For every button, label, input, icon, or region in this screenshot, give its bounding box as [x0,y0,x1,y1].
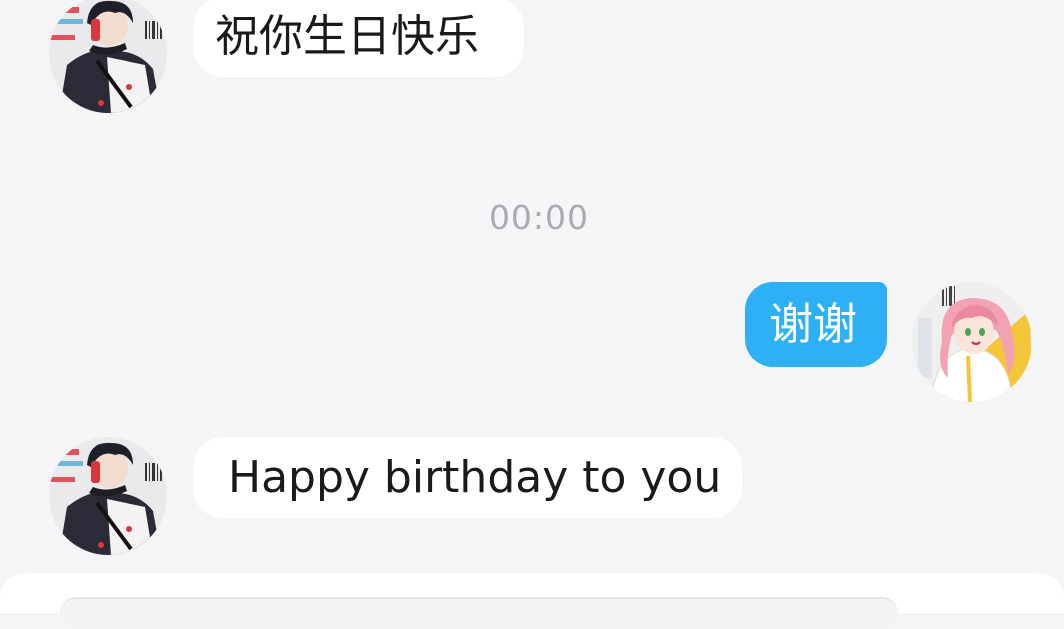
message-text: 谢谢 [769,298,857,350]
input-panel [0,573,1064,629]
message-input[interactable] [60,597,898,629]
message-bubble-outgoing[interactable]: 谢谢 [745,282,887,367]
friend-avatar-image [49,437,167,555]
message-bubble[interactable]: 祝你生日快乐 [193,0,524,77]
message-text: 祝你生日快乐 [215,11,479,62]
message-bubble[interactable]: Happy birthday to you [193,437,742,518]
friend-avatar[interactable] [49,437,167,555]
message-timestamp: 00:00 [488,198,590,237]
message-text: Happy birthday to you [228,451,722,503]
message-list[interactable]: 祝你生日快乐 00:00 谢谢 Happy birthday to you [0,0,1064,573]
friend-avatar-image [49,0,167,113]
self-avatar-image [912,282,1032,402]
self-avatar[interactable] [912,282,1032,402]
friend-avatar[interactable] [49,0,167,113]
